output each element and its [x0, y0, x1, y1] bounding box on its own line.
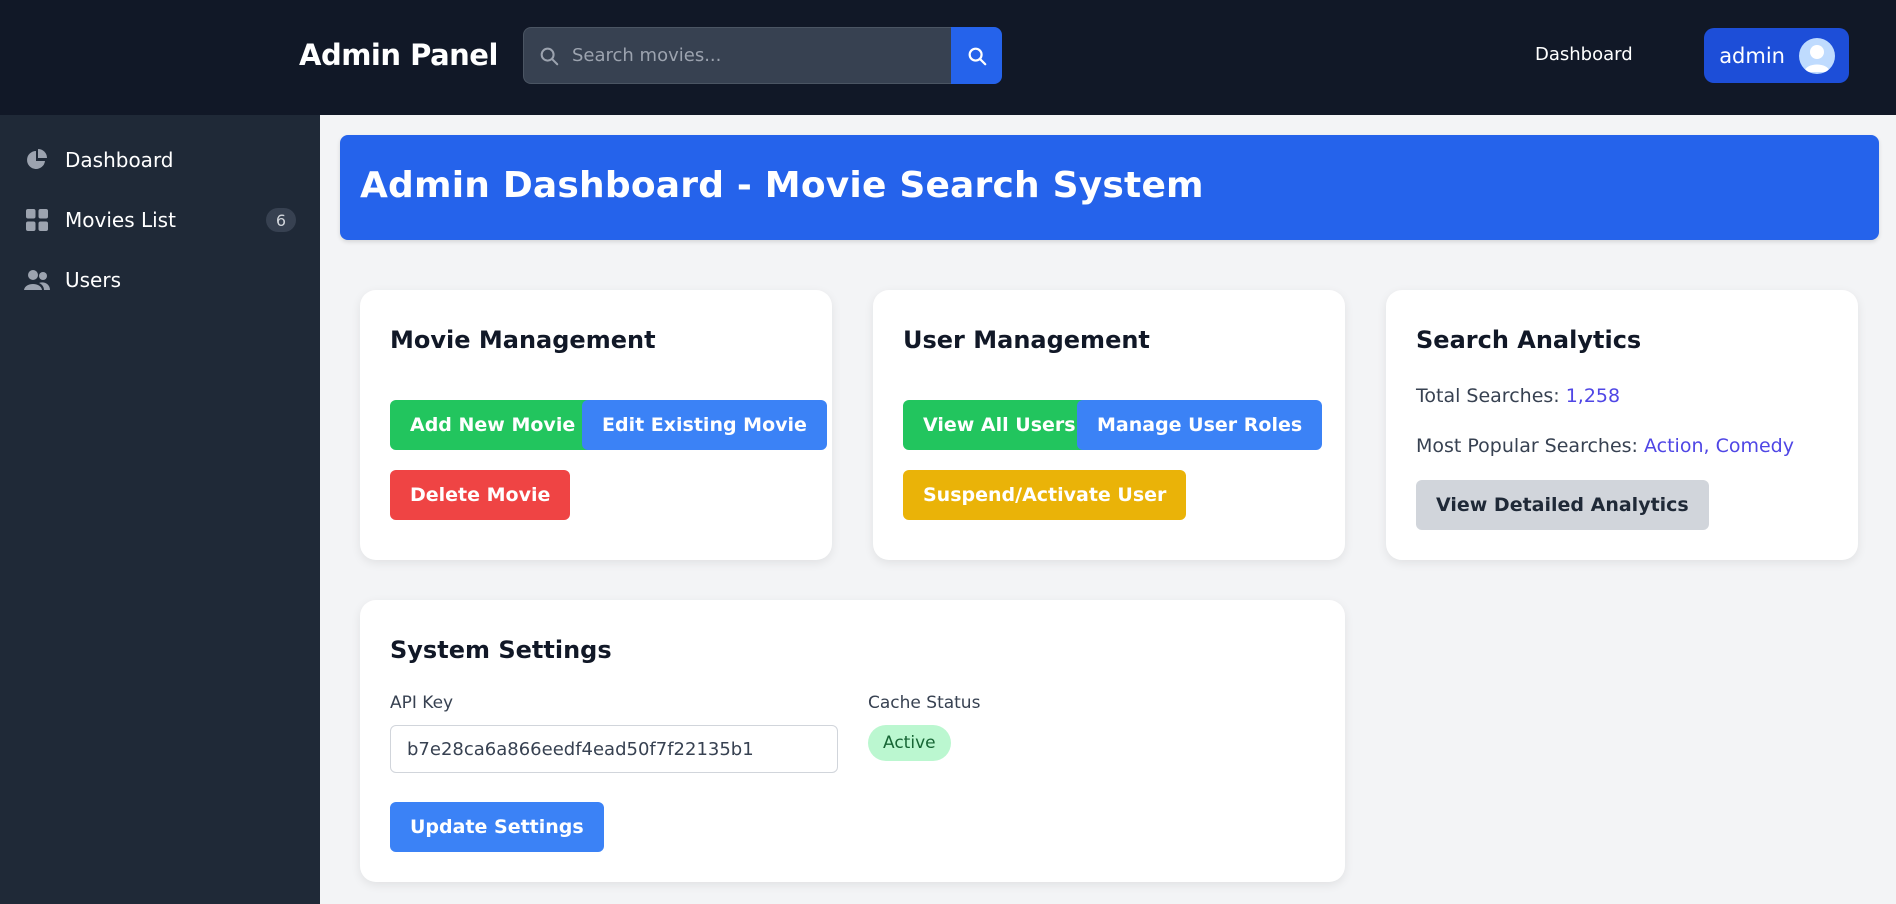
view-all-users-button[interactable]: View All Users: [903, 400, 1096, 450]
sidebar-item-label: Dashboard: [65, 148, 174, 172]
user-menu-button[interactable]: admin: [1704, 28, 1849, 83]
total-searches-stat: Total Searches: 1,258: [1416, 385, 1620, 407]
total-searches-value: 1,258: [1565, 385, 1621, 407]
stat-label: Total Searches:: [1416, 385, 1566, 407]
sidebar-item-label: Movies List: [65, 208, 176, 232]
card-title: User Management: [903, 326, 1150, 354]
sidebar-item-movies-list[interactable]: Movies List 6: [24, 200, 296, 240]
search-icon: [968, 47, 986, 65]
edit-movie-button[interactable]: Edit Existing Movie: [582, 400, 827, 450]
pie-chart-icon: [24, 147, 50, 173]
avatar: [1799, 37, 1835, 74]
manage-user-roles-button[interactable]: Manage User Roles: [1077, 400, 1323, 450]
users-icon: [24, 267, 50, 293]
movie-management-card: Movie Management Add New Movie Edit Exis…: [360, 290, 832, 560]
api-key-input[interactable]: [390, 725, 838, 773]
sidebar-item-label: Users: [65, 268, 122, 292]
search-form: [523, 27, 1002, 84]
update-settings-button[interactable]: Update Settings: [390, 802, 604, 852]
user-management-card: User Management View All Users Manage Us…: [873, 290, 1345, 560]
top-navbar: Admin Panel Dashboard admin: [0, 0, 1896, 115]
nav-dashboard-link[interactable]: Dashboard: [1535, 44, 1633, 65]
brand-title[interactable]: Admin Panel: [299, 38, 498, 72]
system-settings-card: System Settings API Key Cache Status Act…: [360, 600, 1345, 882]
user-avatar-icon: [1804, 44, 1830, 72]
user-name: admin: [1719, 43, 1785, 68]
movies-count-badge: 6: [266, 208, 296, 232]
sidebar: Dashboard Movies List 6 Users: [0, 115, 320, 904]
search-box: [523, 27, 951, 84]
search-analytics-card: Search Analytics Total Searches: 1,258 M…: [1386, 290, 1858, 560]
stat-label: Most Popular Searches:: [1416, 435, 1644, 457]
add-movie-button[interactable]: Add New Movie: [390, 400, 596, 450]
search-button[interactable]: [951, 27, 1002, 84]
view-detailed-analytics-button[interactable]: View Detailed Analytics: [1416, 480, 1709, 530]
page-title: Admin Dashboard - Movie Search System: [360, 165, 1204, 206]
page-header-banner: Admin Dashboard - Movie Search System: [340, 135, 1879, 240]
cache-status-badge: Active: [868, 725, 951, 761]
search-input[interactable]: [572, 45, 932, 66]
api-key-label: API Key: [390, 693, 454, 713]
card-title: Movie Management: [390, 326, 656, 354]
delete-movie-button[interactable]: Delete Movie: [390, 470, 571, 520]
grid-icon: [24, 207, 50, 233]
popular-searches-value: Action, Comedy: [1644, 435, 1794, 457]
suspend-activate-user-button[interactable]: Suspend/Activate User: [903, 470, 1187, 520]
card-title: System Settings: [390, 636, 612, 664]
sidebar-item-dashboard[interactable]: Dashboard: [24, 140, 296, 180]
sidebar-item-users[interactable]: Users: [24, 260, 296, 300]
card-title: Search Analytics: [1416, 326, 1642, 354]
cache-status-label: Cache Status: [868, 693, 981, 713]
search-icon: [540, 47, 559, 65]
popular-searches-stat: Most Popular Searches: Action, Comedy: [1416, 435, 1794, 457]
